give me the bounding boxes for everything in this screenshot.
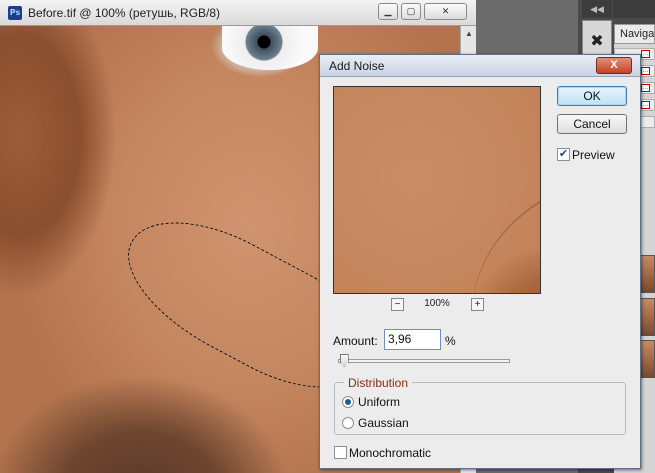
warning-icon: … [641,84,650,92]
photoshop-icon: Ps [8,6,22,20]
cancel-button[interactable]: Cancel [557,114,627,134]
close-button[interactable]: ✕ [424,3,467,20]
tab-navigator[interactable]: Navigat [614,24,655,44]
add-noise-dialog: Add Noise X − 100% + OK Cancel ✔ Preview… [319,54,641,469]
layer-thumbnail[interactable] [640,298,655,336]
amount-label: Amount: [333,334,378,348]
layer-thumbnail[interactable] [640,255,655,293]
gaussian-label: Gaussian [358,416,409,430]
dialog-title: Add Noise [329,59,385,73]
dialog-close-button[interactable]: X [596,57,632,74]
panel-dock-header [613,0,655,18]
uniform-label: Uniform [358,395,401,409]
warning-icon: … [641,67,650,75]
preview-checkbox[interactable]: ✔ [557,148,570,161]
minimize-button[interactable]: ▁ [378,3,398,20]
collapse-panels-icon[interactable]: ◀◀ [582,0,612,18]
zoom-out-button[interactable]: − [391,298,404,311]
photo-eye [222,26,318,70]
document-title: Before.tif @ 100% (ретушь, RGB/8) [28,6,221,20]
preview-label: Preview [572,148,615,162]
zoom-in-button[interactable]: + [471,298,484,311]
maximize-button[interactable]: ▢ [401,3,421,20]
gaussian-radio[interactable] [342,417,354,429]
amount-slider-thumb[interactable] [339,354,349,367]
document-titlebar[interactable]: Ps Before.tif @ 100% (ретушь, RGB/8) ▁ ▢… [0,0,476,26]
amount-unit: % [445,334,456,348]
ok-button[interactable]: OK [557,86,627,106]
preview-window[interactable] [333,86,541,294]
distribution-legend: Distribution [344,376,413,390]
uniform-radio[interactable] [342,396,354,408]
tools-icon[interactable]: ✖ [586,31,608,53]
zoom-level: 100% [424,298,450,309]
preview-skin-detail [437,186,540,293]
scroll-up-icon[interactable]: ▲ [461,26,477,42]
monochromatic-checkbox[interactable] [334,446,347,459]
layer-thumbnail[interactable] [640,340,655,378]
amount-input[interactable]: 3,96 [384,329,441,350]
amount-slider-track[interactable] [338,359,510,363]
photoshop-workspace: Ps Before.tif @ 100% (ретушь, RGB/8) ▁ ▢… [0,0,655,473]
monochromatic-label: Monochromatic [349,446,432,460]
warning-icon: … [641,50,650,58]
dialog-titlebar[interactable]: Add Noise X [320,55,640,77]
warning-icon: … [641,101,650,109]
